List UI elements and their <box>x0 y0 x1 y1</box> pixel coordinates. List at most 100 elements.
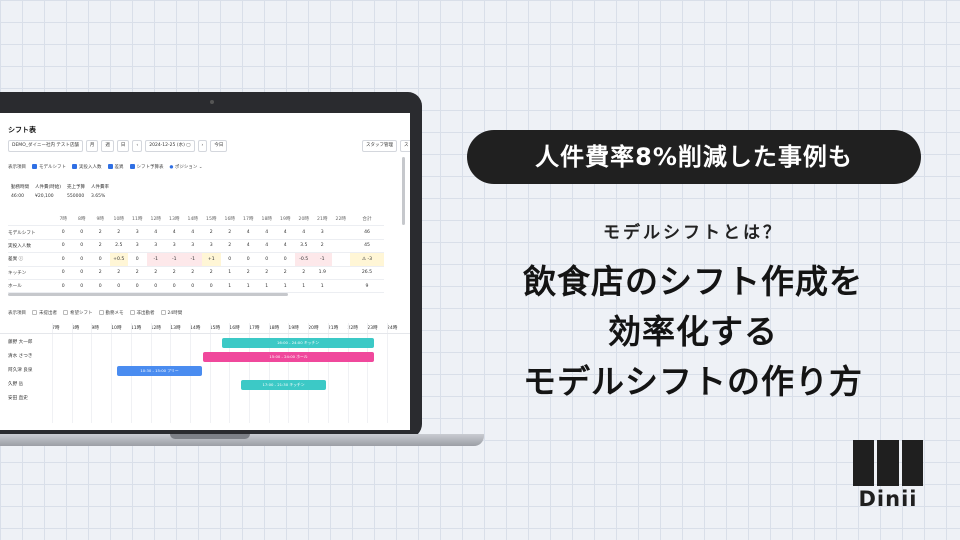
highlight-pill: 人件費率8%削減した事例も <box>467 130 921 184</box>
hour-header: 11時 <box>128 213 147 227</box>
date-picker[interactable]: 2024-12-25 (水) ▢ <box>145 140 195 152</box>
check-diff[interactable]: 差異 <box>107 164 124 170</box>
table-cell: 0 <box>54 239 73 254</box>
table-cell: 0 <box>72 225 91 240</box>
table-cell: 2 <box>146 266 165 280</box>
table-cell: 4 <box>257 225 276 240</box>
shift-bar[interactable]: 16:00 - 24:00 キッチン <box>222 338 374 348</box>
table-cell: 4 <box>146 225 165 240</box>
table-cell: 1 <box>220 279 239 294</box>
table-cell: 0 <box>183 279 202 294</box>
checkbox-icon <box>107 164 113 169</box>
shift-bar[interactable]: 17:00 - 21:30 キッチン <box>241 380 326 390</box>
toolbar: DEMO_ダイニー社内 テスト店舗 月 週 日 ‹ 2024-12-25 (水)… <box>8 140 228 152</box>
shift-display-label: 表示項目 <box>8 311 26 316</box>
table-cell: 2 <box>91 239 110 254</box>
table-cell: 2 <box>109 225 128 240</box>
stat-value: 3.65% <box>91 194 106 199</box>
table-cell: 3 <box>146 239 165 254</box>
table-cell: 0 <box>72 239 91 254</box>
table-cell: +0.5 <box>109 252 128 267</box>
row-label: キッチン <box>8 266 54 280</box>
toggle-work-memo[interactable]: 勤務メモ <box>98 310 124 316</box>
table-cell: 2 <box>313 239 332 254</box>
table-cell <box>331 252 350 267</box>
checkbox-icon <box>32 164 37 169</box>
row-label: モデルシフト <box>8 225 54 240</box>
vertical-scrollbar[interactable] <box>402 157 405 225</box>
checkbox-icon <box>129 310 135 315</box>
table-cell: 0 <box>72 252 91 267</box>
staff-name[interactable]: 阿久津 良泉 <box>8 367 32 373</box>
table-cell: 2 <box>183 266 202 280</box>
grid-line <box>386 323 388 423</box>
table-cell: 3.5 <box>294 239 313 254</box>
table-cell <box>331 239 350 254</box>
page-title: シフト表 <box>8 126 36 134</box>
toggle-wish-shift[interactable]: 希望シフト <box>63 310 93 316</box>
table-cell: 0 <box>54 225 73 240</box>
check-budget[interactable]: シフト予算表 <box>129 164 164 170</box>
table-cell: 0 <box>72 266 91 280</box>
table-cell: +1 <box>202 252 221 267</box>
extra-button[interactable]: ス <box>400 140 410 152</box>
prev-date-button[interactable]: ‹ <box>132 140 143 152</box>
table-cell: 3 <box>165 239 184 254</box>
hour-header: 20時 <box>294 213 313 227</box>
table-cell: 2 <box>202 266 221 280</box>
store-select[interactable]: DEMO_ダイニー社内 テスト店舗 <box>8 140 83 152</box>
toolbar-right: スタッフ管理 ス <box>362 140 410 152</box>
table-cell: 2 <box>294 266 313 280</box>
row-label: 実投入人数 <box>8 239 54 254</box>
table-cell <box>331 279 350 294</box>
grid-line <box>52 323 53 423</box>
staff-name[interactable]: 安田 直史 <box>8 395 28 401</box>
toggle-24h[interactable]: 24時間 <box>160 310 182 316</box>
table-cell: 2 <box>128 266 147 280</box>
table-cell: 2 <box>220 239 239 254</box>
next-date-button[interactable]: › <box>197 140 208 152</box>
hour-header: 13時 <box>165 213 184 227</box>
table-cell: -1 <box>313 252 332 267</box>
stat-header: 人件費率 <box>91 185 110 190</box>
table-cell: 3 <box>183 239 202 254</box>
view-week-button[interactable]: 週 <box>101 140 114 152</box>
staff-name[interactable]: 清水 さつき <box>8 353 32 359</box>
toggle-unsubmitted[interactable]: 未提出者 <box>32 310 57 316</box>
total-cell: 45 <box>350 239 384 254</box>
table-cell: 4 <box>294 225 313 240</box>
check-position[interactable]: ● ポジション ⌄ <box>170 164 203 170</box>
shift-display-items: 表示項目 未提出者 希望シフト 勤務メモ 非出勤者 24時間 <box>8 310 182 316</box>
table-cell: 2 <box>202 225 221 240</box>
shift-bar[interactable]: 10:30 - 15:00 フリー <box>117 366 202 376</box>
table-cell: 0 <box>165 279 184 294</box>
check-model-shift[interactable]: モデルシフト <box>32 164 66 170</box>
staff-name[interactable]: 藤野 大一郎 <box>8 339 32 345</box>
check-actual[interactable]: 実投入人数 <box>72 164 102 170</box>
hour-header: 8時 <box>72 213 91 227</box>
stat-header: 勤務時間 <box>11 185 29 190</box>
table-cell: 1 <box>220 266 239 280</box>
checkbox-icon <box>160 310 166 315</box>
staff-name[interactable]: 久野 岳 <box>8 381 23 387</box>
hour-header: 9時 <box>91 213 110 227</box>
toggle-non-attend[interactable]: 非出勤者 <box>129 310 155 316</box>
headline-line-2: 効率化する <box>608 312 778 351</box>
dinii-logo: Dinii <box>853 440 923 511</box>
calendar-icon: ▢ <box>186 143 191 148</box>
table-cell: 1 <box>313 279 332 294</box>
table-cell: -1 <box>146 252 165 267</box>
table-cell: 2 <box>276 266 295 280</box>
horizontal-scrollbar[interactable] <box>8 293 288 296</box>
table-cell <box>331 266 350 280</box>
table-cell: -1 <box>165 252 184 267</box>
staff-manage-button[interactable]: スタッフ管理 <box>362 140 397 152</box>
hour-header: 14時 <box>183 213 202 227</box>
today-button[interactable]: 今日 <box>210 140 228 152</box>
view-month-button[interactable]: 月 <box>85 140 99 152</box>
table-cell: 4 <box>276 239 295 254</box>
hour-header: 12時 <box>146 213 165 227</box>
shift-bar[interactable]: 15:00 - 24:00 ホール <box>203 352 374 362</box>
view-day-button[interactable]: 日 <box>116 140 130 152</box>
subtitle: モデルシフトとは？ <box>603 223 783 243</box>
